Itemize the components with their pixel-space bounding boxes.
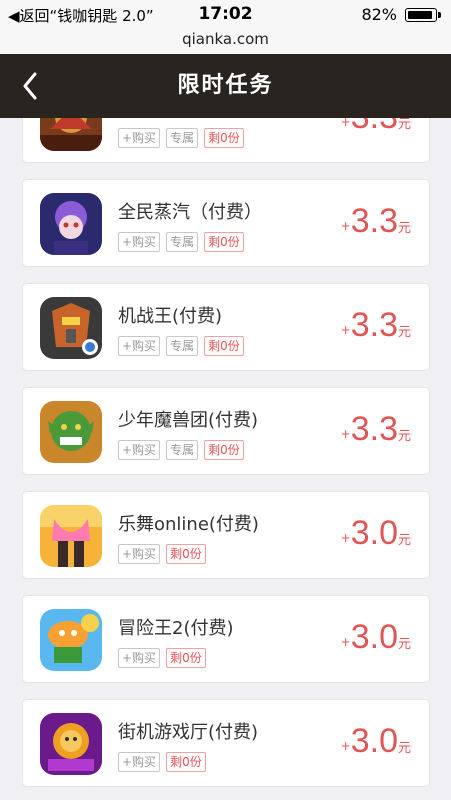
url-bar[interactable]: qianka.com bbox=[0, 28, 451, 54]
reward-plus: + bbox=[340, 635, 351, 649]
exclusive-tag: 专属 bbox=[166, 440, 199, 460]
reward-unit: 元 bbox=[397, 118, 411, 132]
reward: +3.3元 bbox=[341, 410, 411, 449]
app-icon bbox=[40, 193, 102, 255]
app-icon bbox=[40, 609, 102, 671]
buy-tag: +购买 bbox=[118, 232, 161, 252]
app-icon bbox=[40, 505, 102, 567]
reward-amount: 3.3 bbox=[351, 118, 398, 136]
remaining-tag: 剩0份 bbox=[204, 232, 244, 252]
reward-amount: 3.3 bbox=[350, 306, 398, 344]
app-icon bbox=[40, 401, 102, 463]
exclusive-tag: 专属 bbox=[166, 336, 199, 356]
exclusive-tag: 专属 bbox=[166, 232, 199, 252]
reward-unit: 元 bbox=[397, 637, 411, 652]
remaining-tag: 剩0份 bbox=[166, 752, 206, 772]
reward-plus: + bbox=[340, 219, 351, 233]
reward-plus: + bbox=[340, 739, 351, 753]
status-bar: ◀返回“钱咖钥匙 2.0” 17:02 82% bbox=[0, 0, 451, 28]
reward-unit: 元 bbox=[397, 429, 411, 444]
buy-tag: +购买 bbox=[118, 544, 161, 564]
reward-amount: 3.3 bbox=[350, 410, 398, 448]
buy-tag: +购买 bbox=[118, 648, 161, 668]
reward-amount: 3.3 bbox=[350, 202, 398, 240]
reward: +3.0元 bbox=[341, 722, 411, 761]
task-card[interactable]: 少年魔兽团(付费) +购买 专属 剩0份 +3.3元 bbox=[22, 387, 430, 475]
reward-plus: + bbox=[340, 118, 351, 129]
app-icon bbox=[40, 118, 102, 151]
reward-amount: 3.0 bbox=[350, 514, 398, 552]
exclusive-tag: 专属 bbox=[166, 128, 199, 148]
reward: +3.0元 bbox=[341, 514, 411, 553]
app-name: 机战王(付费) bbox=[118, 306, 223, 327]
battery-icon bbox=[405, 8, 441, 22]
page-title: 限时任务 bbox=[177, 73, 274, 98]
buy-tag: +购买 bbox=[118, 752, 161, 772]
app-icon bbox=[40, 297, 102, 359]
buy-tag: +购买 bbox=[118, 440, 161, 460]
app-name: 乐舞online(付费) bbox=[118, 514, 259, 535]
app-name: 冒险王2(付费) bbox=[118, 618, 234, 639]
app-name: 街机游戏厅(付费) bbox=[118, 722, 259, 743]
app-icon bbox=[40, 713, 102, 775]
reward-plus: + bbox=[340, 323, 351, 337]
reward-unit: 元 bbox=[397, 325, 411, 340]
remaining-tag: 剩0份 bbox=[204, 128, 244, 148]
task-card[interactable]: 冒险王2(付费) +购买 剩0份 +3.0元 bbox=[22, 595, 430, 683]
nav-bar: 限时任务 bbox=[0, 54, 451, 118]
reward: +3.3元 bbox=[341, 202, 411, 241]
reward-unit: 元 bbox=[397, 741, 411, 756]
task-card[interactable]: 机战王(付费) +购买 专属 剩0份 +3.3元 bbox=[22, 283, 430, 371]
app-name: 全民蒸汽（付费） bbox=[118, 202, 262, 223]
remaining-tag: 剩0份 bbox=[166, 648, 206, 668]
app-name: 少年魔兽团(付费) bbox=[118, 410, 259, 431]
reward-unit: 元 bbox=[397, 221, 411, 236]
buy-tag: +购买 bbox=[118, 336, 161, 356]
reward: +3.3元 bbox=[341, 306, 411, 345]
task-card[interactable]: +购买 专属 剩0份 +3.3元 bbox=[22, 118, 430, 163]
task-list[interactable]: +购买 专属 剩0份 +3.3元 全民蒸汽（付费） +购买 专属 剩0份 +3.… bbox=[0, 118, 451, 800]
reward-plus: + bbox=[340, 427, 351, 441]
reward: +3.0元 bbox=[341, 618, 411, 657]
reward-amount: 3.0 bbox=[350, 618, 398, 656]
remaining-tag: 剩0份 bbox=[166, 544, 206, 564]
task-card[interactable]: 乐舞online(付费) +购买 剩0份 +3.0元 bbox=[22, 491, 430, 579]
task-card[interactable]: 全民蒸汽（付费） +购买 专属 剩0份 +3.3元 bbox=[22, 179, 430, 267]
reward-unit: 元 bbox=[397, 533, 411, 548]
url-text: qianka.com bbox=[182, 30, 269, 48]
remaining-tag: 剩0份 bbox=[204, 440, 244, 460]
task-card[interactable]: 街机游戏厅(付费) +购买 剩0份 +3.0元 bbox=[22, 699, 430, 787]
battery-percent: 82% bbox=[361, 5, 397, 24]
reward-plus: + bbox=[340, 531, 351, 545]
buy-tag: +购买 bbox=[118, 128, 161, 148]
remaining-tag: 剩0份 bbox=[204, 336, 244, 356]
reward-amount: 3.0 bbox=[350, 722, 398, 760]
reward: +3.3元 bbox=[341, 118, 411, 137]
